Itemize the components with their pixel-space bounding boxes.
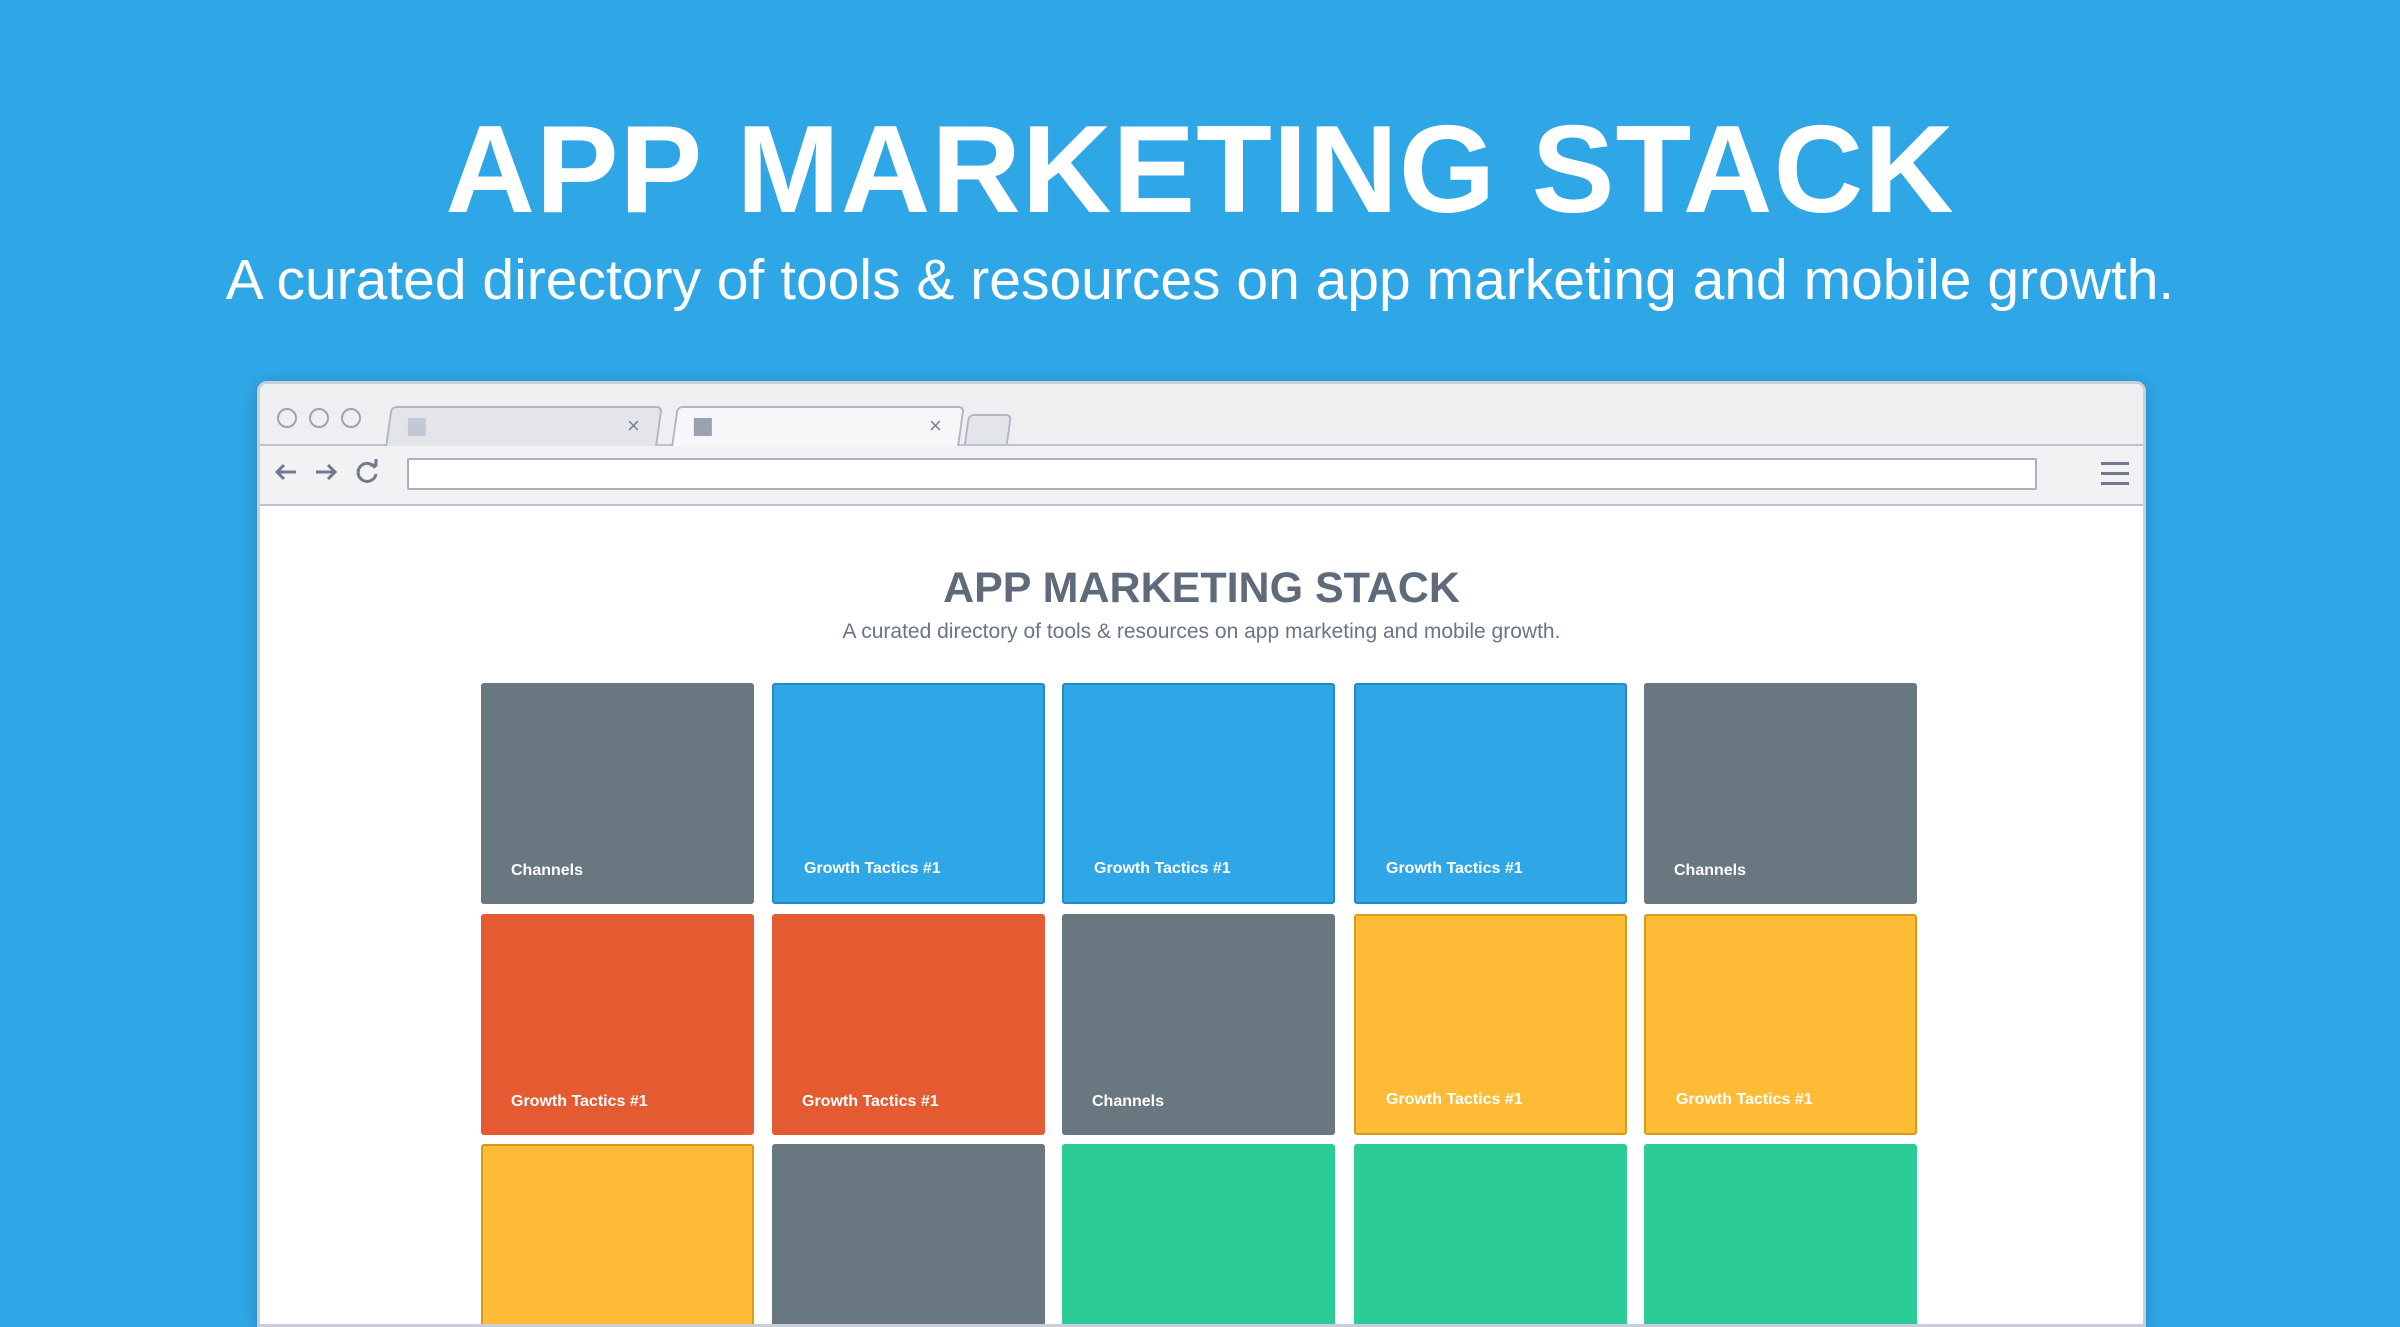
tab-bar: × × (260, 384, 2143, 446)
tile-card[interactable]: Channels (1062, 914, 1335, 1135)
tile-label: Channels (511, 862, 584, 879)
tab-close-icon[interactable]: × (929, 413, 942, 438)
address-bar[interactable] (407, 458, 2037, 490)
tile-label: Growth Tactics #1 (804, 860, 941, 877)
browser-tab-2[interactable]: × (671, 406, 965, 446)
tile-card[interactable]: Growth Tactics #1 (1644, 914, 1917, 1135)
hero-title: APP MARKETING STACK (445, 101, 1955, 239)
tile-card[interactable] (1644, 1144, 1917, 1324)
tile-card[interactable]: Growth Tactics #1 (772, 914, 1045, 1135)
window-maximize-dot[interactable] (341, 408, 361, 428)
tile-label: Growth Tactics #1 (1386, 860, 1523, 877)
tile-card[interactable]: Growth Tactics #1 (772, 683, 1045, 904)
page-content: APP MARKETING STACK A curated directory … (260, 506, 2143, 1324)
window-minimize-dot[interactable] (309, 408, 329, 428)
tile-label: Growth Tactics #1 (1676, 1091, 1813, 1108)
tile-label: Channels (1092, 1093, 1165, 1110)
tab-favicon-icon (693, 418, 712, 436)
browser-tab-1[interactable]: × (385, 406, 663, 446)
tile-label: Growth Tactics #1 (1094, 860, 1231, 877)
tile-card[interactable] (1354, 1144, 1627, 1324)
page-subtitle: A curated directory of tools & resources… (842, 620, 1561, 643)
tile-card[interactable]: Channels (481, 683, 754, 904)
tile-card[interactable]: Channels (1644, 683, 1917, 904)
window-close-dot[interactable] (277, 408, 297, 428)
tile-card[interactable]: Growth Tactics #1 (1354, 914, 1627, 1135)
tile-label: Growth Tactics #1 (511, 1093, 648, 1110)
tab-close-icon[interactable]: × (627, 413, 640, 438)
tile-card[interactable]: Growth Tactics #1 (1062, 683, 1335, 904)
new-tab-button[interactable] (963, 414, 1013, 444)
tile-label: Channels (1674, 862, 1747, 879)
tile-card[interactable]: Growth Tactics #1 (481, 914, 754, 1135)
page-title: APP MARKETING STACK (943, 564, 1460, 612)
tab-favicon-icon (407, 418, 426, 436)
browser-window: × × APP MARKETING STACK A curated direct… (257, 381, 2146, 1327)
tile-card[interactable] (481, 1144, 754, 1324)
tile-card[interactable]: Growth Tactics #1 (1354, 683, 1627, 904)
tile-label: Growth Tactics #1 (802, 1093, 939, 1110)
hamburger-menu-icon[interactable] (2101, 462, 2129, 486)
tile-label: Growth Tactics #1 (1386, 1091, 1523, 1108)
tile-card[interactable] (1062, 1144, 1335, 1324)
tile-card[interactable] (772, 1144, 1045, 1324)
browser-toolbar (260, 446, 2143, 506)
arrow-left-icon[interactable] (270, 456, 302, 488)
hero-subtitle: A curated directory of tools & resources… (225, 248, 2175, 312)
arrow-right-icon[interactable] (310, 456, 342, 488)
reload-icon[interactable] (351, 456, 383, 488)
